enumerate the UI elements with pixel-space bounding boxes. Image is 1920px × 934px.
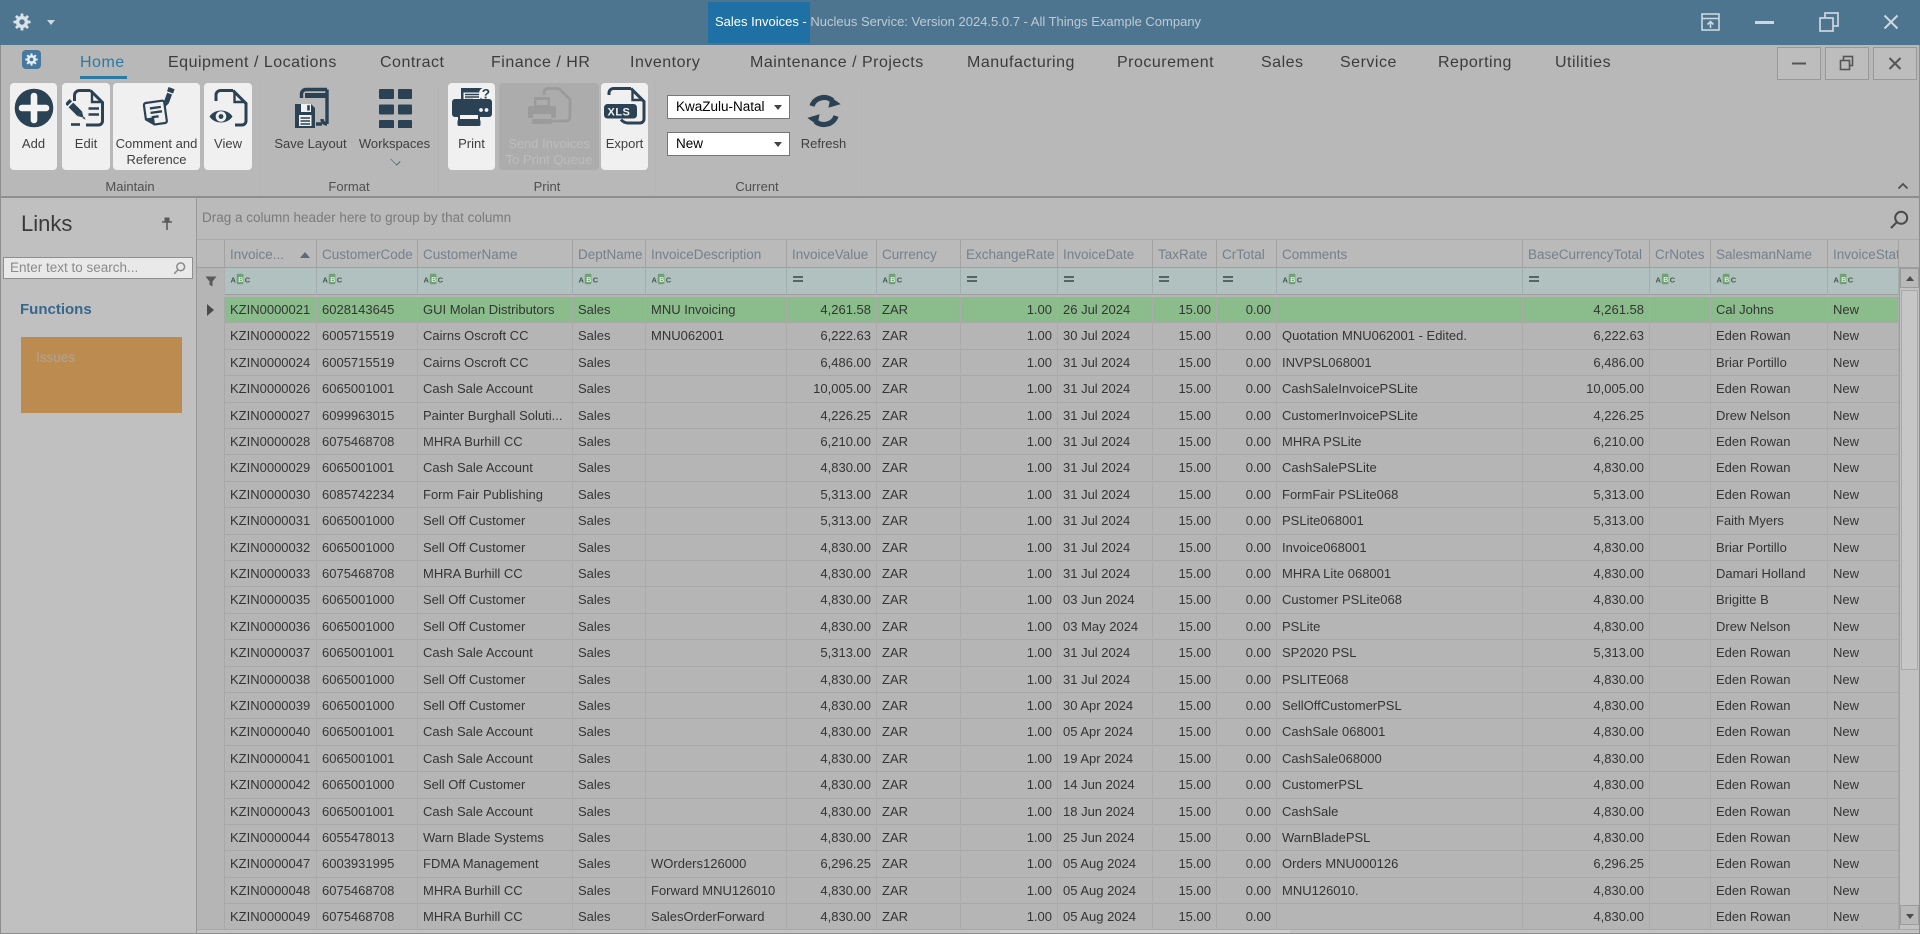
svg-text:C: C (897, 275, 903, 284)
svg-text:A: A (1283, 275, 1289, 284)
svg-text:A: A (1717, 275, 1723, 284)
svg-text:B: B (1663, 277, 1668, 284)
svg-text:B: B (1290, 277, 1295, 284)
svg-text:A: A (231, 275, 237, 284)
svg-text:A: A (1656, 275, 1662, 284)
svg-text:B: B (586, 277, 591, 284)
svg-text:C: C (1848, 275, 1854, 284)
svg-text:B: B (330, 277, 335, 284)
svg-text:C: C (245, 275, 251, 284)
svg-text:XLS: XLS (607, 107, 630, 119)
svg-text:C: C (1670, 275, 1676, 284)
svg-text:A: A (652, 275, 658, 284)
svg-text:B: B (890, 277, 895, 284)
svg-text:C: C (1297, 275, 1303, 284)
svg-text:A: A (579, 275, 585, 284)
svg-text:A: A (323, 275, 329, 284)
svg-text:B: B (238, 277, 243, 284)
svg-text:C: C (438, 275, 444, 284)
svg-text:A: A (424, 275, 430, 284)
svg-text:B: B (1841, 277, 1846, 284)
svg-text:C: C (1731, 275, 1737, 284)
svg-text:B: B (659, 277, 664, 284)
svg-text:A: A (1834, 275, 1840, 284)
svg-text:C: C (593, 275, 599, 284)
svg-text:B: B (431, 277, 436, 284)
svg-text:C: C (337, 275, 343, 284)
svg-text:C: C (666, 275, 672, 284)
svg-text:B: B (1724, 277, 1729, 284)
svg-text:A: A (883, 275, 889, 284)
